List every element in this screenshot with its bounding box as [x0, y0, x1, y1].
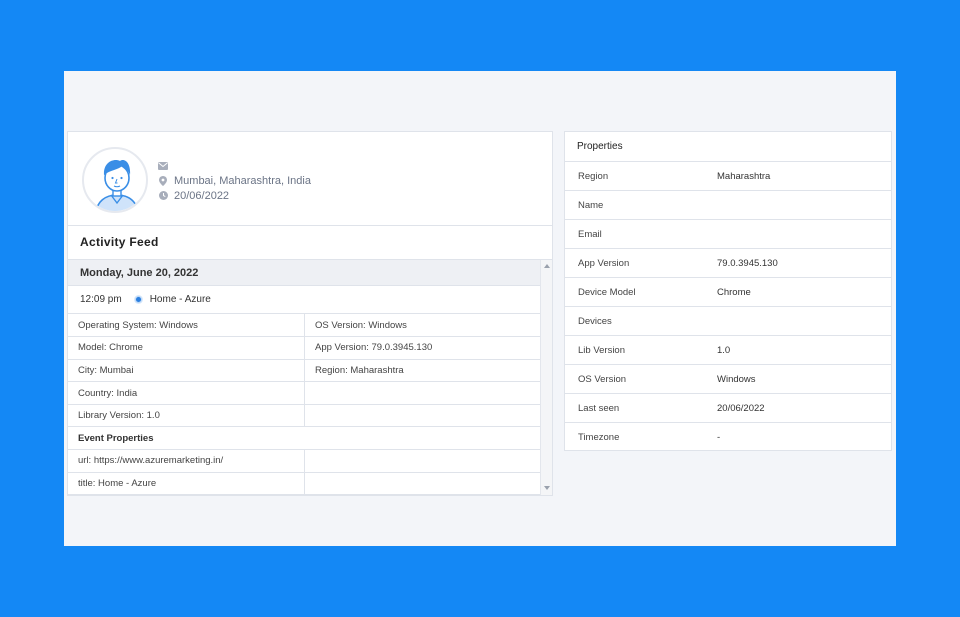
detail-cell: App Version: 79.0.3945.130: [304, 336, 541, 360]
property-value: 20/06/2022: [717, 402, 765, 414]
event-name: Home - Azure: [149, 294, 211, 305]
user-panel: Mumbai, Maharashtra, India 20/06/2022 Ac…: [67, 131, 553, 496]
property-row: Region Maharashtra: [565, 162, 891, 191]
detail-cell: title: Home - Azure: [68, 472, 305, 495]
email-line: [158, 158, 311, 173]
location-text: Mumbai, Maharashtra, India: [174, 174, 311, 187]
property-row: Device Model Chrome: [565, 278, 891, 307]
detail-cell: Operating System: Windows: [68, 314, 305, 338]
detail-cell: [304, 381, 541, 405]
property-key: OS Version: [578, 373, 627, 385]
property-key: App Version: [578, 257, 630, 269]
date-line: 20/06/2022: [158, 188, 311, 203]
property-value: 79.0.3945.130: [717, 257, 778, 269]
property-key: Email: [578, 228, 602, 240]
detail-cell: Region: Maharashtra: [304, 359, 541, 383]
detail-cell: Country: India: [68, 381, 305, 405]
properties-panel: Properties Region Maharashtra Name Email App…: [564, 131, 892, 451]
property-value: -: [717, 432, 721, 443]
event-dot-icon: [134, 296, 142, 303]
detail-cell: City: Mumbai: [68, 359, 305, 383]
avatar: [82, 147, 148, 213]
properties-title: Properties: [565, 132, 891, 162]
property-key: Timezone: [578, 432, 620, 443]
scroll-down-icon[interactable]: [544, 486, 550, 490]
detail-row: City: Mumbai Region: Maharashtra: [68, 359, 541, 383]
detail-row: title: Home - Azure: [68, 472, 541, 495]
property-value: 1.0: [717, 344, 731, 356]
detail-row: Operating System: Windows OS Version: Win…: [68, 314, 541, 338]
section-row: Event Properties: [68, 426, 541, 451]
property-key: Devices: [578, 315, 612, 327]
event-time: 12:09 pm: [80, 294, 122, 305]
property-row: Lib Version 1.0: [565, 336, 891, 365]
user-avatar-icon: [95, 160, 139, 211]
property-key: Device Model: [578, 286, 636, 298]
detail-row: Library Version: 1.0: [68, 404, 541, 428]
property-key: Lib Version: [578, 344, 626, 356]
property-row: App Version 79.0.3945.130: [565, 249, 891, 278]
property-row: Devices: [565, 307, 891, 336]
envelope-icon: [158, 161, 168, 171]
profile-card: Mumbai, Maharashtra, India 20/06/2022: [68, 132, 552, 226]
feed-date-header: Monday, June 20, 2022: [68, 260, 541, 286]
property-value: Maharashtra: [717, 170, 771, 182]
property-key: Name: [578, 199, 604, 211]
property-value: Windows: [717, 373, 756, 385]
clock-icon: [158, 191, 168, 201]
scroll-up-icon[interactable]: [544, 264, 550, 268]
detail-cell: OS Version: Windows: [304, 314, 541, 338]
app-frame: Mumbai, Maharashtra, India 20/06/2022 Ac…: [64, 71, 896, 546]
property-row: Email: [565, 220, 891, 249]
detail-cell: Model: Chrome: [68, 336, 305, 360]
property-key: Region: [578, 170, 609, 182]
property-row: OS Version Windows: [565, 365, 891, 394]
property-row: Last seen 20/06/2022: [565, 394, 891, 423]
location-line: Mumbai, Maharashtra, India: [158, 173, 311, 188]
event-properties-heading: Event Properties: [68, 426, 541, 451]
property-row: Name: [565, 191, 891, 220]
property-key: Last seen: [578, 402, 620, 414]
feed-scrollbar[interactable]: [540, 260, 552, 495]
activity-feed[interactable]: Monday, June 20, 2022 12:09 pm Home - Az…: [68, 260, 552, 495]
detail-row: url: https://www.azuremarketing.in/: [68, 449, 541, 473]
property-row: Timezone -: [565, 423, 891, 452]
event-row[interactable]: 12:09 pm Home - Azure: [68, 286, 541, 314]
detail-cell: [304, 449, 541, 473]
detail-row: Model: Chrome App Version: 79.0.3945.130: [68, 336, 541, 360]
detail-cell: url: https://www.azuremarketing.in/: [68, 449, 305, 473]
detail-cell: [304, 404, 541, 428]
detail-cell: [304, 472, 541, 495]
date-text: 20/06/2022: [174, 189, 230, 202]
property-value: Chrome: [717, 286, 751, 298]
detail-row: Country: India: [68, 381, 541, 405]
map-pin-icon: [158, 175, 168, 186]
detail-cell: Library Version: 1.0: [68, 404, 305, 428]
event-details-table: Operating System: Windows OS Version: Win…: [68, 314, 541, 495]
activity-feed-title: Activity Feed: [68, 226, 552, 260]
